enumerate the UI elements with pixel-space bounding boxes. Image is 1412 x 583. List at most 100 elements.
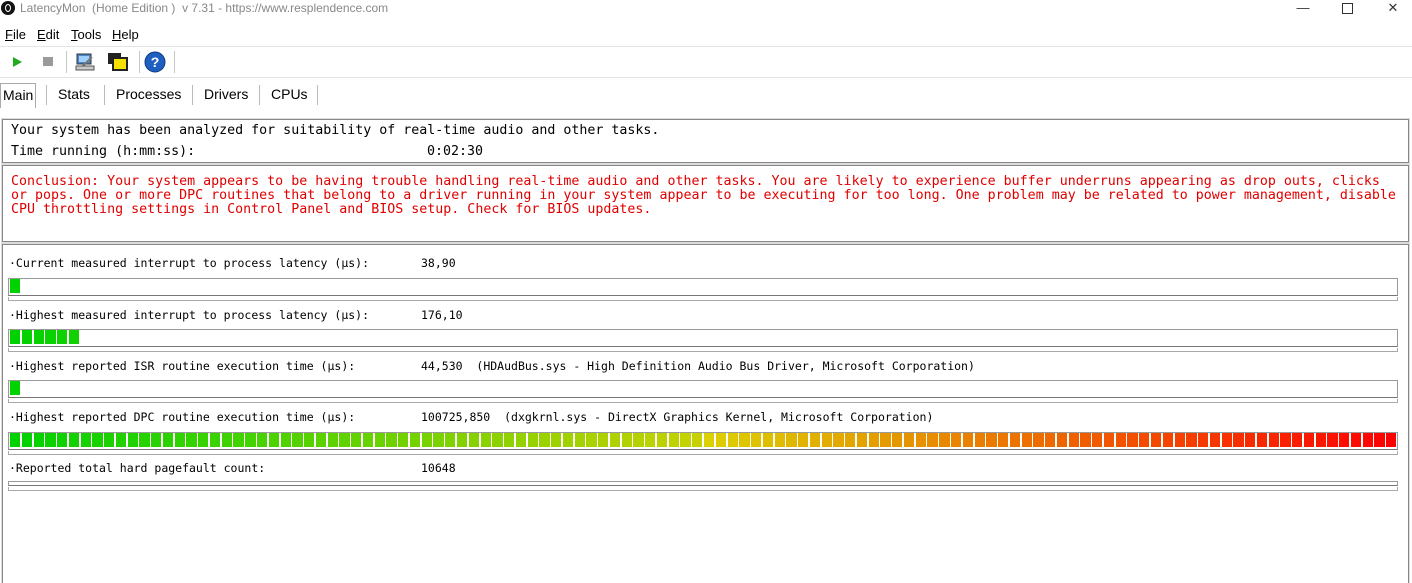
maximize-button[interactable] xyxy=(1324,0,1370,18)
bar-segment xyxy=(1303,433,1315,447)
bar-segment xyxy=(609,433,621,447)
tab-drivers-label: Drivers xyxy=(204,86,249,102)
bar-segment xyxy=(798,433,809,447)
bar-segment xyxy=(304,433,315,447)
bar-segment xyxy=(492,433,503,447)
menu-help[interactable]: Help xyxy=(112,27,139,42)
bar-segment xyxy=(151,433,162,447)
bar-segment xyxy=(1221,433,1232,447)
bar-segment xyxy=(939,433,950,447)
bar-segment xyxy=(421,433,432,447)
minimize-button[interactable]: — xyxy=(1280,0,1326,18)
stop-button[interactable] xyxy=(38,51,62,73)
tab-cpus[interactable]: CPUs xyxy=(261,83,318,107)
bar-segment xyxy=(1021,433,1032,447)
bar-segment xyxy=(574,433,585,447)
bar-segment xyxy=(621,433,632,447)
minimize-icon: — xyxy=(1296,0,1310,15)
bar-segment xyxy=(739,433,750,447)
tab-drivers[interactable]: Drivers xyxy=(194,83,258,107)
bar-segment xyxy=(468,433,479,447)
menu-tools[interactable]: Tools xyxy=(71,27,101,42)
metric-label: ·Highest reported DPC routine execution … xyxy=(9,410,356,424)
bar-segment xyxy=(327,433,338,447)
bar-segment xyxy=(1186,433,1197,447)
tab-divider xyxy=(192,85,193,105)
monitor-button[interactable] xyxy=(74,51,98,73)
bar-segment xyxy=(209,433,221,447)
tab-divider xyxy=(317,85,318,105)
bar-segment xyxy=(1068,433,1079,447)
bar-segment xyxy=(715,433,726,447)
bar-segment xyxy=(1080,433,1091,447)
tab-bar: Main Stats Processes Drivers CPUs xyxy=(0,80,1412,110)
bar-segment xyxy=(1056,433,1068,447)
bar-segment xyxy=(515,433,527,447)
bar-segment xyxy=(903,433,915,447)
tab-processes[interactable]: Processes xyxy=(106,83,191,107)
bar-segment xyxy=(174,433,185,447)
bar-segment xyxy=(598,433,609,447)
close-button[interactable]: ✕ xyxy=(1370,0,1412,18)
bar-segment xyxy=(127,433,138,447)
bar-segment xyxy=(527,433,538,447)
toolbar-separator xyxy=(174,51,175,73)
windows-button[interactable] xyxy=(106,51,130,73)
metric-detail: (HDAudBus.sys - High Definition Audio Bu… xyxy=(476,359,975,373)
bar-segment xyxy=(445,433,456,447)
menu-file[interactable]: File xyxy=(5,27,26,42)
menu-edit[interactable]: Edit xyxy=(37,27,59,42)
bar-segment xyxy=(115,433,127,447)
bar-segment xyxy=(727,433,738,447)
stop-icon xyxy=(43,57,53,66)
bar-segment xyxy=(80,433,91,447)
bar-segment xyxy=(268,433,280,447)
bar-segment xyxy=(10,381,21,395)
bar-segment xyxy=(57,330,68,344)
tab-stats-label: Stats xyxy=(58,86,90,102)
bar-segment xyxy=(45,330,56,344)
bar-segment xyxy=(10,433,21,447)
tab-main[interactable]: Main xyxy=(0,83,37,108)
monitor-icon xyxy=(75,53,95,71)
toolbar-separator xyxy=(66,51,67,73)
tab-stats[interactable]: Stats xyxy=(48,83,100,107)
bar-segment xyxy=(974,433,985,447)
bar-segment xyxy=(374,433,385,447)
bar-segment xyxy=(868,433,879,447)
toolbar: ? xyxy=(0,46,1412,78)
metric-value-number: 38,90 xyxy=(421,256,456,270)
metric-value: 38,90 xyxy=(421,256,456,270)
bar-segment xyxy=(245,433,256,447)
time-running-label: Time running (h:mm:ss): xyxy=(11,144,196,159)
help-icon: ? xyxy=(144,51,166,73)
bar-segment xyxy=(586,433,597,447)
metric-value: 100725,850 (dxgkrnl.sys - DirectX Graphi… xyxy=(421,410,933,424)
bar-segment xyxy=(1103,433,1115,447)
bar-segment xyxy=(986,433,997,447)
bar-segment xyxy=(845,433,856,447)
bar-segment xyxy=(539,433,550,447)
bar-segment xyxy=(33,330,44,344)
title-bar: LatencyMon (Home Edition ) v 7.31 - http… xyxy=(0,0,1412,22)
bar-segment xyxy=(915,433,926,447)
help-button[interactable]: ? xyxy=(143,51,167,73)
bar-segment xyxy=(1339,433,1350,447)
bar-segment xyxy=(456,433,468,447)
tab-divider xyxy=(46,85,47,105)
metric-detail: (dxgkrnl.sys - DirectX Graphics Kernel, … xyxy=(504,410,934,424)
windows-icon xyxy=(108,53,128,71)
bar-segment xyxy=(668,433,679,447)
tab-processes-label: Processes xyxy=(116,86,182,102)
bar-segment xyxy=(1386,433,1397,447)
bar-segment xyxy=(292,433,303,447)
start-button[interactable] xyxy=(8,51,32,73)
bar-segment xyxy=(927,433,938,447)
bar-segment xyxy=(1198,433,1209,447)
bar-segment xyxy=(951,433,962,447)
bar-segment xyxy=(1139,433,1150,447)
bar-segment xyxy=(1174,433,1185,447)
pagefault-bar xyxy=(8,481,1398,491)
metric-value: 176,10 xyxy=(421,308,463,322)
latency-bar xyxy=(8,329,1398,352)
